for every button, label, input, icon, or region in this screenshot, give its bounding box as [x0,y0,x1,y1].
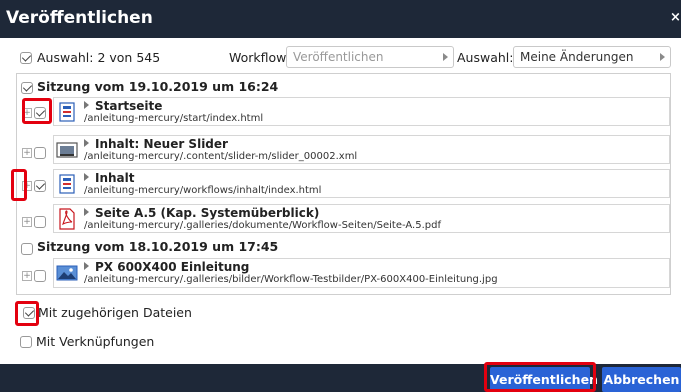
list-item[interactable]: Inhalt: Neuer Slider /anleitung-mercury/… [53,135,670,164]
auswahl-select[interactable]: Meine Änderungen [513,46,671,68]
list-item[interactable]: PX 600X400 Einleitung /anleitung-mercury… [53,258,670,288]
list-item[interactable]: Startseite /anleitung-mercury/start/inde… [53,97,670,126]
session-1-label: Sitzung vom 19.10.2019 um 16:24 [37,79,279,94]
cancel-button[interactable]: Abbrechen [602,367,681,392]
links-checkbox[interactable] [20,336,32,348]
toolbar: Auswahl: 2 von 545 Workflow: Veröffentli… [0,38,681,72]
chevron-right-icon [84,262,89,270]
item-path: /anleitung-mercury/workflows/inhalt/inde… [84,185,322,196]
expand-icon[interactable]: + [22,148,32,158]
list-item[interactable]: Inhalt /anleitung-mercury/workflows/inha… [53,169,670,198]
chevron-right-icon [443,53,448,61]
item-path: /anleitung-mercury/.content/slider-m/sli… [84,151,358,162]
item-path: /anleitung-mercury/start/index.html [84,113,264,124]
item-checkbox[interactable] [34,180,46,192]
image-icon [56,265,78,281]
auswahl-label: Auswahl: [457,50,514,65]
session-2-checkbox[interactable] [21,243,33,255]
workflow-label: Workflow: [229,50,290,65]
auswahl-select-value: Meine Änderungen [520,50,634,64]
chevron-right-icon [84,101,89,109]
item-title: Startseite [84,99,162,113]
expand-icon[interactable]: + [22,181,32,191]
slider-icon [56,142,78,158]
pdf-icon [59,208,75,230]
page-icon [59,174,75,194]
item-checkbox[interactable] [34,147,46,159]
selection-count-label: Auswahl: 2 von 545 [37,50,161,65]
item-checkbox[interactable] [34,107,46,119]
resource-list[interactable]: Sitzung vom 19.10.2019 um 16:24 + Starts… [16,73,671,295]
publish-button[interactable]: Veröffentlichen [490,367,598,392]
select-all-checkbox[interactable] [20,52,32,64]
item-checkbox[interactable] [34,270,46,282]
expand-icon[interactable]: + [22,108,32,118]
related-files-checkbox[interactable] [23,307,35,319]
item-title: Seite A.5 (Kap. Systemüberblick) [84,206,319,220]
chevron-right-icon [660,53,665,61]
session-2-label: Sitzung vom 18.10.2019 um 17:45 [37,239,279,254]
item-path: /anleitung-mercury/.galleries/dokumente/… [84,220,441,231]
workflow-select-value: Veröffentlichen [293,50,384,64]
expand-icon[interactable]: + [22,271,32,281]
chevron-right-icon [84,139,89,147]
links-label: Mit Verknüpfungen [36,334,155,349]
item-checkbox[interactable] [34,216,46,228]
dialog-title: Veröffentlichen [6,8,153,28]
item-path: /anleitung-mercury/.galleries/bilder/Wor… [84,274,498,285]
list-item[interactable]: Seite A.5 (Kap. Systemüberblick) /anleit… [53,204,670,233]
chevron-right-icon [84,173,89,181]
publish-dialog: Veröffentlichen × Auswahl: 2 von 545 Wor… [0,0,681,392]
item-title: Inhalt [84,171,135,185]
workflow-select[interactable]: Veröffentlichen [286,46,454,68]
item-title: PX 600X400 Einleitung [84,260,249,274]
dialog-titlebar: Veröffentlichen × [0,0,681,38]
page-icon [59,102,75,122]
close-icon[interactable]: × [670,10,681,25]
related-files-label: Mit zugehörigen Dateien [38,305,192,320]
dialog-footer: Veröffentlichen Abbrechen [0,364,681,392]
chevron-right-icon [84,208,89,216]
session-1-checkbox[interactable] [21,82,33,94]
expand-icon[interactable]: + [22,217,32,227]
item-title: Inhalt: Neuer Slider [84,137,228,151]
